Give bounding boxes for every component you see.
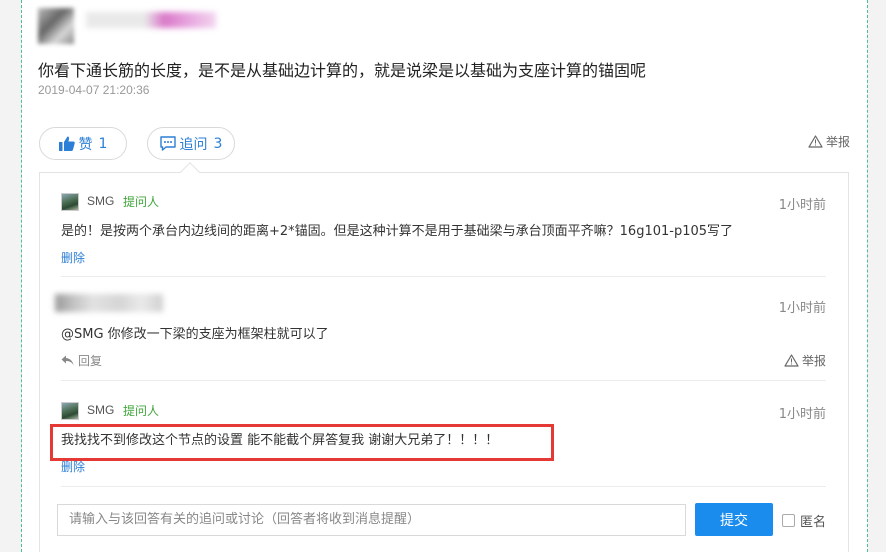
reply-arrow-icon — [61, 355, 74, 366]
reply-text: @SMG 你修改一下梁的支座为框架柱就可以了 — [61, 327, 329, 342]
answerer-name-blurred — [86, 12, 216, 28]
answer-timestamp: 2019-04-07 21:20:36 — [38, 83, 150, 97]
follow-up-count: 3 — [213, 135, 223, 152]
reply-text: 是的！是按两个承台内边线间的距离+2*锚固。但是这种计算不是用于基础梁与承台顶面… — [61, 224, 734, 239]
divider — [61, 380, 826, 381]
answerer-avatar — [38, 8, 74, 44]
avatar — [61, 402, 79, 420]
report-reply-link[interactable]: 举报 — [784, 352, 826, 369]
anonymous-checkbox[interactable] — [782, 514, 795, 527]
reply-author: SMG — [87, 403, 115, 417]
comment-icon — [159, 136, 176, 151]
asker-badge: 提问人 — [123, 404, 160, 418]
asker-badge: 提问人 — [123, 195, 160, 209]
like-label: 赞 — [78, 136, 93, 153]
follow-up-label: 追问 — [179, 136, 208, 153]
answerer-user — [38, 8, 238, 44]
reply-item: SMG 提问人 1小时前 是的！是按两个承台内边线间的距离+2*锚固。但是这种计… — [61, 193, 826, 273]
report-answer-link[interactable]: 举报 — [808, 133, 850, 150]
report-label: 举报 — [826, 135, 851, 149]
anonymous-toggle[interactable]: 匿名 — [782, 511, 826, 530]
warning-icon — [808, 135, 823, 148]
reply-time: 1小时前 — [778, 407, 826, 422]
highlight-annotation-box — [50, 424, 554, 461]
reply-link[interactable]: 回复 — [61, 352, 102, 369]
reply-item: 1小时前 @SMG 你修改一下梁的支座为框架柱就可以了 回复 举报 — [55, 294, 826, 376]
like-button[interactable]: 赞 1 — [39, 127, 127, 160]
comment-input[interactable]: 请输入与该回答有关的追问或讨论（回答者将收到消息提醒） — [57, 504, 686, 536]
anonymous-label: 匿名 — [800, 515, 827, 530]
delete-link[interactable]: 删除 — [61, 249, 85, 266]
reply-author: SMG — [87, 194, 115, 208]
thumbs-up-icon — [58, 136, 75, 151]
reply-time: 1小时前 — [778, 198, 826, 213]
divider — [61, 276, 826, 277]
follow-up-button[interactable]: 追问 3 — [147, 127, 235, 160]
answer-text: 你看下通长筋的长度，是不是从基础边计算的，就是说梁是以基础为支座计算的锚固呢 — [38, 61, 647, 80]
like-count: 1 — [98, 135, 108, 152]
avatar — [61, 193, 79, 211]
left-frame-border — [0, 0, 22, 552]
warning-icon — [784, 354, 799, 367]
report-label: 举报 — [801, 354, 826, 368]
reply-label: 回复 — [78, 354, 103, 368]
submit-button[interactable]: 提交 — [695, 503, 773, 536]
reply-time: 1小时前 — [778, 301, 826, 316]
replier-blurred — [55, 294, 163, 312]
follow-up-panel: SMG 提问人 1小时前 是的！是按两个承台内边线间的距离+2*锚固。但是这种计… — [39, 172, 849, 552]
right-frame-border — [867, 0, 886, 552]
divider — [61, 486, 826, 487]
